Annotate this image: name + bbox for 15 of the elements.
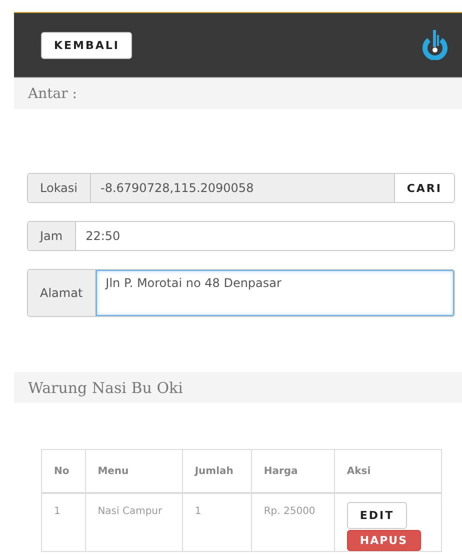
power-logo-icon: [422, 30, 448, 60]
delete-button[interactable]: HAPUS: [346, 530, 420, 551]
section-title: Warung Nasi Bu Oki: [28, 378, 183, 396]
column-header: Jumlah: [182, 450, 252, 493]
column-header: No: [42, 450, 86, 493]
back-button[interactable]: KEMBALI: [41, 32, 132, 58]
table-cell: Rp. 25000: [251, 493, 334, 552]
column-header: Aksi: [334, 450, 442, 493]
edit-button[interactable]: EDIT: [346, 502, 408, 529]
table-cell: 1: [42, 493, 86, 552]
column-header: Menu: [85, 450, 182, 493]
section-title: Antar :: [28, 86, 77, 102]
column-header: Harga: [251, 450, 334, 493]
table-cell: Nasi Campur: [85, 493, 182, 552]
table-cell: 1: [182, 493, 252, 552]
